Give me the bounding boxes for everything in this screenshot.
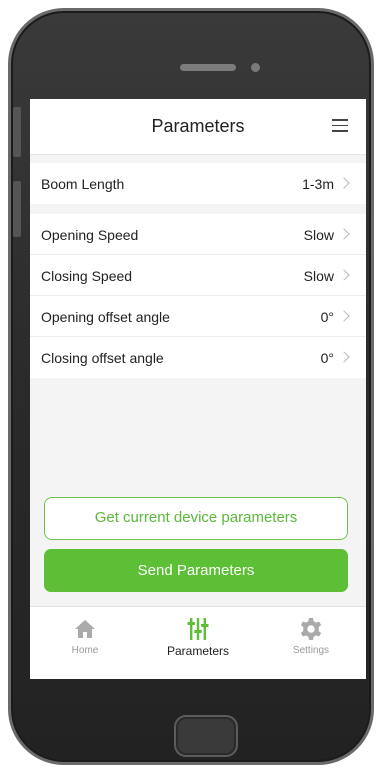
side-button-volume-down xyxy=(13,181,21,237)
tab-label: Settings xyxy=(292,645,330,656)
tab-settings[interactable]: Settings xyxy=(266,607,356,679)
row-opening-offset-angle[interactable]: Opening offset angle 0° xyxy=(30,296,366,337)
settings-group-boom: Boom Length 1-3m xyxy=(30,163,366,204)
tab-label: Home xyxy=(71,645,99,656)
gear-icon xyxy=(300,618,322,640)
row-closing-offset-angle[interactable]: Closing offset angle 0° xyxy=(30,337,366,378)
hamburger-menu-icon[interactable] xyxy=(332,119,348,132)
sliders-icon xyxy=(187,618,209,640)
settings-group-motion: Opening Speed Slow Closing Speed Slow Op… xyxy=(30,214,366,378)
nav-bar: Parameters xyxy=(30,99,366,155)
chevron-right-icon xyxy=(338,228,350,240)
chevron-right-icon xyxy=(338,177,350,189)
side-button-volume-up xyxy=(13,107,21,157)
row-label: Closing Speed xyxy=(41,268,133,284)
tab-parameters[interactable]: Parameters xyxy=(153,607,243,679)
tab-label: Parameters xyxy=(166,644,230,658)
row-value: 0° xyxy=(320,350,334,366)
tab-home[interactable]: Home xyxy=(40,607,130,679)
page-title: Parameters xyxy=(151,116,245,136)
chevron-right-icon xyxy=(338,310,350,322)
chevron-right-icon xyxy=(338,269,350,281)
row-label: Opening Speed xyxy=(41,227,139,243)
front-camera xyxy=(251,63,260,72)
get-device-parameters-button[interactable]: Get current device parameters xyxy=(44,497,348,540)
row-closing-speed[interactable]: Closing Speed Slow xyxy=(30,255,366,296)
send-parameters-button[interactable]: Send Parameters xyxy=(44,549,348,592)
home-icon xyxy=(75,620,95,638)
app-screen: Parameters Boom Length 1-3m Opening Spee… xyxy=(30,99,366,679)
row-label: Closing offset angle xyxy=(41,350,164,366)
phone-home-button[interactable] xyxy=(174,715,238,757)
row-label: Opening offset angle xyxy=(41,309,170,325)
speaker-grille xyxy=(180,64,236,71)
row-value: Slow xyxy=(303,268,334,284)
row-value: Slow xyxy=(303,227,334,243)
row-value: 1-3m xyxy=(302,176,334,192)
chevron-right-icon xyxy=(338,351,350,363)
row-value: 0° xyxy=(320,309,334,325)
tab-bar: Home Parameters Settings xyxy=(30,606,366,679)
row-label: Boom Length xyxy=(41,176,125,192)
row-opening-speed[interactable]: Opening Speed Slow xyxy=(30,214,366,255)
row-boom-length[interactable]: Boom Length 1-3m xyxy=(30,163,366,204)
